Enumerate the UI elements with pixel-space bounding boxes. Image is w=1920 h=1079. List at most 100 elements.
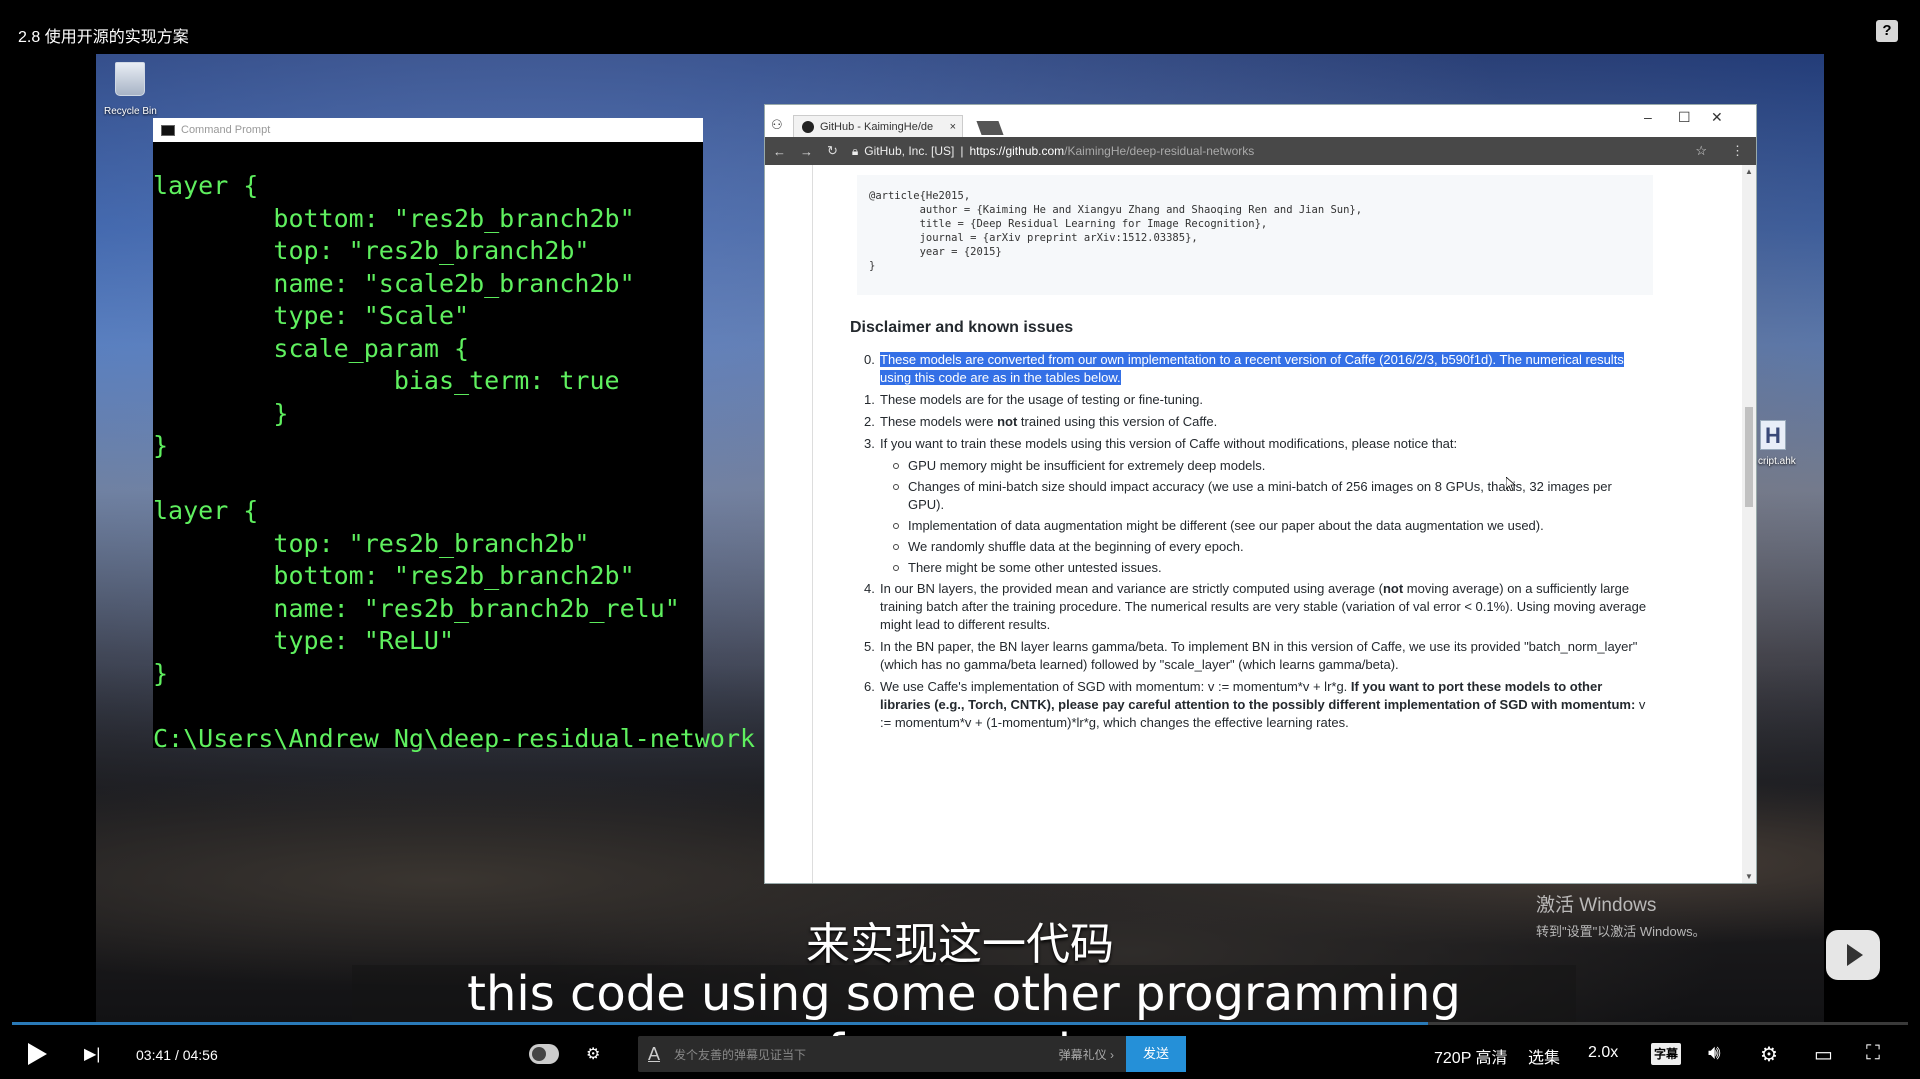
lock-icon: 🔒︎ — [851, 143, 859, 158]
browser-window: ⚇ GitHub - KaimingHe/de × – ☐ ✕ ← → ↻ 🔒︎… — [764, 104, 1757, 884]
window-close-icon: ✕ — [1711, 109, 1723, 125]
subtitle-english: this code using some other programming f… — [352, 965, 1576, 1079]
reload-icon: ↻ — [827, 143, 838, 158]
settings-gear-icon[interactable]: ⚙ — [1760, 1042, 1778, 1067]
video-player: 2.8 使用开源的实现方案 ? Recycle Bin Command Prom… — [0, 0, 1920, 1079]
cmd-line: layer { — [153, 496, 259, 525]
picture-in-picture-icon[interactable]: ▭ — [1814, 1042, 1833, 1067]
citation-codeblock: @article{He2015, author = {Kaiming He an… — [857, 175, 1653, 295]
minimize-icon: – — [1644, 109, 1652, 125]
subtitle-chinese: 来实现这一代码 — [806, 919, 1114, 970]
section-heading: Disclaimer and known issues — [850, 319, 1074, 336]
video-frame[interactable]: Recycle Bin Command Prompt layer { botto… — [96, 54, 1824, 1024]
list-item: 6. We use Caffe's implementation of SGD … — [864, 679, 1646, 730]
cmd-line: C:\Users\Andrew Ng\deep-residual-network — [153, 723, 756, 753]
cmd-line: top: "res2b_branch2b" — [153, 236, 590, 265]
cmd-title: Command Prompt — [181, 124, 271, 136]
list-item: 3. If you want to train these models usi… — [864, 436, 1458, 451]
help-icon[interactable]: ? — [1876, 20, 1898, 42]
browser-menu-icon: ⋮ — [1731, 143, 1744, 158]
cmd-output: layer { bottom: "res2b_branch2b" top: "r… — [153, 142, 756, 755]
mouse-cursor-icon — [1506, 477, 1516, 491]
incognito-icon: ⚇ — [771, 117, 783, 132]
list-item: 0. These models are converted from our o… — [864, 352, 1624, 385]
sub-list-item: GPU memory might be insufficient for ext… — [850, 457, 1650, 475]
new-tab-button — [976, 121, 1004, 135]
list-item: 1. These models are for the usage of tes… — [864, 392, 1204, 407]
ahk-script-label: cript.ahk — [1758, 456, 1796, 467]
url-path: /KaimingHe/deep-residual-networks — [1064, 144, 1255, 158]
scroll-down-icon: ▼ — [1745, 872, 1753, 881]
browser-toolbar: ← → ↻ 🔒︎ GitHub, Inc. [US] | https://git… — [765, 137, 1756, 165]
bookmark-star-icon: ☆ — [1695, 143, 1707, 158]
danmu-etiquette-link[interactable]: 弹幕礼仪 › — [1059, 1046, 1114, 1063]
volume-icon[interactable]: 🔊︎ — [1708, 1042, 1721, 1065]
cmd-line: bias_term: true — [153, 366, 620, 395]
tab-close-icon: × — [949, 120, 956, 133]
sub-list-item: There might be some other untested issue… — [850, 559, 1650, 577]
tab-github: GitHub - KaimingHe/de × — [793, 115, 963, 137]
page-scrollbar: ▲ ▼ — [1742, 165, 1756, 883]
quality-button[interactable]: 720P 高清 — [1434, 1044, 1508, 1068]
cmd-line: layer { — [153, 171, 259, 200]
cmd-line: type: "Scale" — [153, 301, 470, 330]
progress-bar[interactable] — [12, 1022, 1908, 1025]
scroll-thumb — [1745, 407, 1753, 507]
cmd-line: name: "res2b_branch2b_relu" — [153, 593, 680, 623]
highlighted-text: These models are converted from our own … — [880, 352, 1624, 385]
danmu-settings-icon[interactable]: ⚙ — [586, 1044, 600, 1064]
time-display: 03:41 / 04:56 — [136, 1047, 218, 1063]
github-icon — [802, 120, 814, 133]
list-item: 4. In our BN layers, the provided mean a… — [864, 581, 1647, 632]
cmd-icon — [161, 124, 175, 136]
back-icon: ← — [773, 143, 786, 159]
fullscreen-icon[interactable]: ⛶ — [1866, 1042, 1880, 1065]
cmd-line: name: "scale2b_branch2b" — [153, 268, 635, 298]
cmd-line — [153, 690, 703, 723]
content-rule — [812, 165, 813, 883]
play-icon[interactable] — [28, 1043, 47, 1065]
address-divider: | — [960, 144, 964, 158]
list-item: 5. In the BN paper, the BN layer learns … — [864, 639, 1638, 672]
scroll-up-icon: ▲ — [1745, 167, 1753, 176]
list-item: 2. These models were not trained using t… — [864, 414, 1218, 429]
player-controls: ▶| 03:41 / 04:56 ⚙ A 发个友善的弹幕见证当下 弹幕礼仪 › … — [0, 1030, 1920, 1079]
command-prompt-window: Command Prompt layer { bottom: "res2b_br… — [153, 118, 755, 753]
danmu-toggle[interactable] — [529, 1044, 559, 1064]
danmu-style-icon[interactable]: A — [648, 1044, 660, 1065]
address-bar: 🔒︎ GitHub, Inc. [US] | https://github.co… — [852, 144, 1681, 159]
url-host: https://github.com — [969, 144, 1065, 158]
cmd-line: } — [153, 658, 169, 688]
cmd-line: type: "ReLU" — [153, 626, 455, 655]
recycle-bin-label: Recycle Bin — [104, 106, 157, 117]
cmd-line: bottom: "res2b_branch2b" — [153, 203, 635, 233]
episodes-button[interactable]: 选集 — [1528, 1044, 1560, 1068]
sub-list-item: We randomly shuffle data at the beginnin… — [850, 538, 1650, 556]
ahk-script-icon: H — [1760, 420, 1786, 450]
progress-fill — [12, 1022, 1428, 1025]
sub-list-item: Changes of mini-batch size should impact… — [850, 478, 1650, 514]
cmd-line: } — [153, 431, 169, 460]
forward-icon: → — [800, 143, 813, 159]
speed-button[interactable]: 2.0x — [1588, 1044, 1618, 1062]
next-icon[interactable]: ▶| — [84, 1044, 100, 1064]
recycle-bin-icon — [110, 62, 150, 110]
sub-list-item: Implementation of data augmentation migh… — [850, 517, 1650, 535]
send-button[interactable]: 发送 — [1126, 1036, 1186, 1072]
tab-title: GitHub - KaimingHe/de — [820, 120, 934, 133]
danmu-input[interactable]: 发个友善的弹幕见证当下 — [674, 1046, 1059, 1063]
tab-strip: ⚇ GitHub - KaimingHe/de × – ☐ ✕ — [765, 105, 1756, 137]
subtitle-button[interactable]: 字幕 — [1651, 1043, 1681, 1065]
video-title: 2.8 使用开源的实现方案 — [18, 29, 189, 46]
secure-label: GitHub, Inc. [US] — [864, 144, 955, 158]
cmd-line: } — [153, 398, 289, 428]
maximize-icon: ☐ — [1678, 109, 1691, 125]
cmd-line: top: "res2b_branch2b" — [153, 528, 590, 558]
cmd-line: scale_param { — [153, 333, 470, 363]
cmd-line: bottom: "res2b_branch2b" — [153, 561, 635, 590]
cmd-titlebar: Command Prompt — [153, 118, 703, 142]
issue-list: 0. These models are converted from our o… — [850, 351, 1650, 736]
page-content: @article{He2015, author = {Kaiming He an… — [765, 165, 1756, 883]
cmd-line — [153, 463, 703, 496]
danmu-input-box[interactable]: A 发个友善的弹幕见证当下 弹幕礼仪 › 发送 — [638, 1036, 1186, 1072]
